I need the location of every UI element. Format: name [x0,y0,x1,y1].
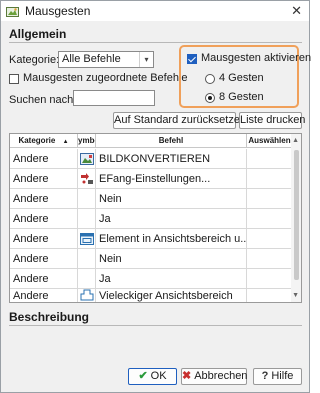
settings-arrow-icon [81,173,93,184]
row-befehl: Nein [96,189,247,209]
row-symbol [78,169,96,189]
row-auswaehlen[interactable] [247,149,292,169]
row-kategorie: Andere [10,269,78,289]
cancel-icon: ✖ [182,370,192,382]
row-kategorie: Andere [10,189,78,209]
row-befehl: BILDKONVERTIEREN [96,149,247,169]
window-title: Mausgesten [25,4,91,18]
row-kategorie: Andere [10,169,78,189]
beschreibung-divider [9,325,302,326]
close-icon[interactable]: ✕ [291,3,302,19]
cancel-label: Abbrechen [194,370,248,382]
row-symbol [78,249,96,269]
row-symbol [78,189,96,209]
help-icon: ? [261,370,269,382]
scroll-down-icon[interactable]: ▼ [292,292,299,299]
sort-asc-icon: ▲ [62,139,69,145]
row-auswaehlen[interactable] [247,169,292,189]
aktivieren-label: Mausgesten aktivieren [201,52,312,64]
row-befehl: Vieleckiger Ansichtsbereich [96,289,247,302]
table-row[interactable]: Andere Nein [10,189,292,209]
table-row[interactable]: Andere EFang-Einstellungen... [10,169,292,189]
table-scrollbar[interactable]: ▲ ▼ [291,134,301,302]
table-row[interactable]: Andere BILDKONVERTIEREN [10,149,292,169]
beschreibung-heading: Beschreibung [9,310,90,324]
table-row[interactable]: Andere Vieleckiger Ansichtsbereich [10,289,292,302]
col-befehl[interactable]: Befehl [96,134,247,148]
gesten-table: Kategorie ▲ ymbo Befehl Auswählen Andere… [9,133,302,303]
suchen-label: Suchen nach: [9,94,77,106]
row-kategorie: Andere [10,209,78,229]
allgemein-divider [9,42,302,43]
row-auswaehlen[interactable] [247,209,292,229]
check-icon: ✔ [138,370,148,382]
row-auswaehlen[interactable] [247,269,292,289]
reset-button[interactable]: Auf Standard zurücksetzen [113,112,246,129]
row-symbol [78,289,96,302]
app-icon [6,5,19,18]
ok-button[interactable]: ✔ OK [128,368,177,385]
aktivieren-checkbox[interactable] [187,54,197,64]
image-icon [80,153,94,165]
row-kategorie: Andere [10,149,78,169]
col-kategorie-label: Kategorie [18,136,56,145]
row-symbol [78,209,96,229]
row-kategorie: Andere [10,229,78,249]
help-button[interactable]: ? Hilfe [253,368,302,385]
scroll-up-icon[interactable]: ▲ [292,137,299,144]
kategorie-value: Alle Befehle [62,53,121,65]
row-befehl: EFang-Einstellungen... [96,169,247,189]
table-row[interactable]: Andere Ja [10,269,292,289]
radio-4-gesten-label: 4 Gesten [219,72,264,84]
table-header: Kategorie ▲ ymbo Befehl Auswählen [10,134,292,148]
scroll-thumb[interactable] [294,150,299,280]
row-auswaehlen[interactable] [247,289,292,302]
table-row[interactable]: Andere Element in Ansichtsbereich u... [10,229,292,249]
kategorie-label: Kategorie: [9,54,60,66]
radio-8-gesten[interactable] [205,93,215,103]
row-symbol [78,149,96,169]
table-row[interactable]: Andere Nein [10,249,292,269]
print-button[interactable]: Liste drucken [239,112,305,129]
title-bar: Mausgesten ✕ [1,1,309,21]
radio-8-gesten-label: 8 Gesten [219,91,264,103]
row-befehl: Element in Ansichtsbereich u... [96,229,247,249]
kategorie-select[interactable]: Alle Befehle ▾ [58,51,154,68]
col-symbol[interactable]: ymbo [78,134,96,148]
row-befehl: Ja [96,269,247,289]
row-symbol [78,269,96,289]
mausgesten-dialog: Mausgesten ✕ Allgemein Kategorie: Alle B… [0,0,312,393]
row-symbol [78,229,96,249]
table-row[interactable]: Andere Ja [10,209,292,229]
row-kategorie: Andere [10,289,78,302]
chevron-down-icon[interactable]: ▾ [139,52,153,67]
row-befehl: Nein [96,249,247,269]
col-auswaehlen[interactable]: Auswählen [247,134,292,148]
zugeordnete-checkbox[interactable] [9,74,19,84]
zugeordnete-label: Mausgesten zugeordnete Befehle [23,72,188,84]
row-auswaehlen[interactable] [247,249,292,269]
polygon-viewport-icon [80,289,94,301]
row-auswaehlen[interactable] [247,229,292,249]
row-befehl: Ja [96,209,247,229]
allgemein-heading: Allgemein [9,27,67,41]
row-auswaehlen[interactable] [247,189,292,209]
cancel-button[interactable]: ✖ Abbrechen [181,368,247,385]
help-label: Hilfe [271,370,294,382]
row-kategorie: Andere [10,249,78,269]
suchen-input[interactable] [73,90,155,106]
viewport-icon [80,233,94,245]
radio-4-gesten[interactable] [205,74,215,84]
col-kategorie[interactable]: Kategorie ▲ [10,134,78,148]
ok-label: OK [150,370,167,382]
